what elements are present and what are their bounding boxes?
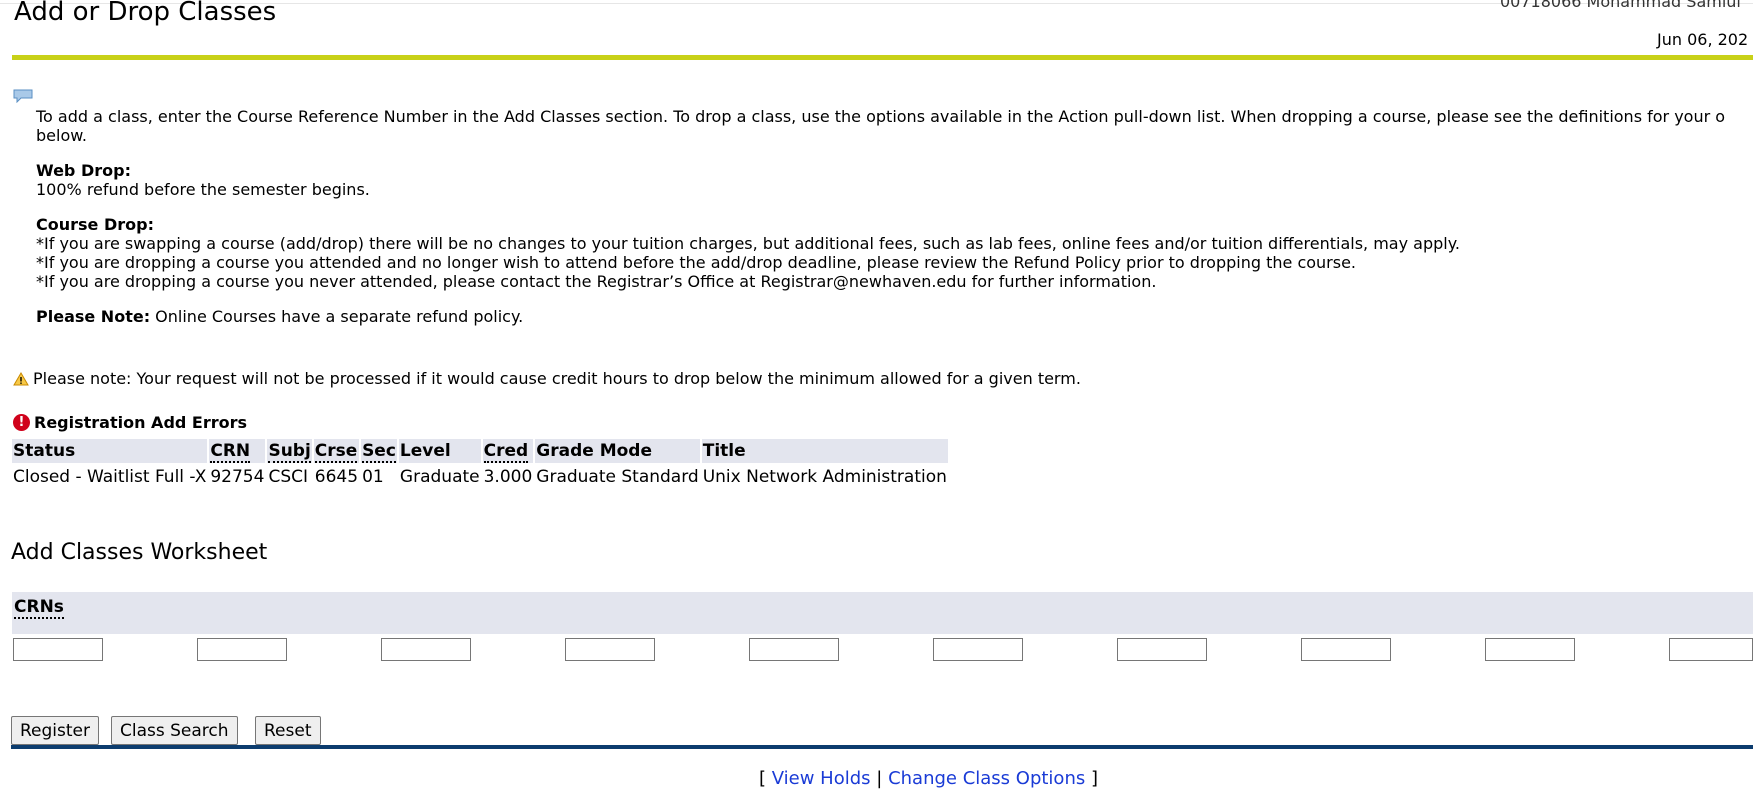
error-icon: ! [13, 414, 30, 431]
col-level: Level [398, 439, 481, 463]
bracket-open: [ [759, 768, 772, 789]
subj-abbr: Subj [268, 441, 311, 463]
web-drop-label: Web Drop: [36, 161, 131, 180]
course-drop-line: *If you are dropping a course you attend… [36, 253, 1357, 272]
header-divider [12, 55, 1753, 60]
cell-level: Graduate [399, 467, 480, 487]
crn-input-5[interactable] [749, 638, 839, 661]
errors-heading: ! Registration Add Errors [13, 413, 247, 432]
col-title: Title [701, 439, 948, 463]
warning-triangle-icon [13, 371, 29, 385]
register-button[interactable]: Register [11, 716, 99, 745]
col-subj: Subj [267, 439, 312, 463]
class-search-button[interactable]: Class Search [111, 716, 238, 745]
course-drop-line: *If you are dropping a course you never … [36, 272, 1157, 291]
crns-abbr: CRNs [14, 597, 64, 619]
user-id: 00718066 Mohammad Samiul [1500, 0, 1741, 11]
crn-input-9[interactable] [1485, 638, 1575, 661]
info-text: To add a class, enter the Course Referen… [36, 107, 1753, 342]
intro-text: To add a class, enter the Course Referen… [36, 107, 1726, 145]
please-note-text: Online Courses have a separate refund po… [150, 307, 524, 326]
cell-subj: CSCI [268, 467, 308, 487]
footer-links: [ View Holds | Change Class Options ] [759, 768, 1098, 789]
view-holds-link[interactable]: View Holds [772, 768, 871, 789]
registration-errors-table: Status CRN Subj Crse Sec Level Cred Grad… [10, 439, 950, 491]
info-speech-bubble-icon [13, 89, 33, 103]
web-drop-text: 100% refund before the semester begins. [36, 180, 370, 199]
warning-text: Please note: Your request will not be pr… [33, 369, 1081, 388]
col-status: Status [12, 439, 208, 463]
course-drop-section: Course Drop: *If you are swapping a cours… [36, 215, 1753, 291]
errors-title: Registration Add Errors [34, 413, 248, 432]
crn-input-2[interactable] [197, 638, 287, 661]
crns-label: CRNs [14, 597, 64, 619]
please-note-label: Please Note: [36, 307, 151, 326]
web-drop-section: Web Drop: 100% refund before the semester… [36, 161, 1753, 199]
col-cred: Cred [482, 439, 534, 463]
cell-sec: 01 [362, 467, 384, 487]
course-drop-line: *If you are swapping a course (add/drop)… [36, 234, 1460, 253]
bracket-close: ] [1085, 768, 1098, 789]
please-note-section: Please Note: Online Courses have a separ… [36, 307, 1753, 326]
crn-input-7[interactable] [1117, 638, 1207, 661]
cell-status: Closed - Waitlist Full -X [13, 467, 207, 487]
link-separator: | [870, 768, 889, 789]
crn-abbr: CRN [210, 441, 251, 463]
cell-crn: 92754 [210, 467, 265, 487]
crn-input-4[interactable] [565, 638, 655, 661]
table-header-row: Status CRN Subj Crse Sec Level Cred Grad… [12, 439, 948, 463]
sec-abbr: Sec [362, 441, 396, 463]
reset-button[interactable]: Reset [255, 716, 321, 745]
col-sec: Sec [361, 439, 397, 463]
worksheet-title: Add Classes Worksheet [11, 540, 268, 565]
page-title: Add or Drop Classes [14, 0, 277, 27]
warning-message: Please note: Your request will not be pr… [13, 369, 1081, 388]
crn-input-6[interactable] [933, 638, 1023, 661]
crn-input-1[interactable] [13, 638, 103, 661]
cell-grade-mode: Graduate Standard [536, 467, 699, 487]
footer-divider [11, 745, 1753, 749]
cell-crse: 6645 [314, 467, 359, 487]
crse-abbr: Crse [314, 441, 358, 463]
current-date: Jun 06, 202 [1657, 30, 1749, 49]
crn-input-8[interactable] [1301, 638, 1391, 661]
crns-header: CRNs [12, 592, 1753, 634]
cell-title: Unix Network Administration [702, 467, 947, 487]
col-crse: Crse [313, 439, 360, 463]
change-class-options-link[interactable]: Change Class Options [888, 768, 1085, 789]
crn-input-3[interactable] [381, 638, 471, 661]
cell-cred: 3.000 [483, 467, 533, 487]
course-drop-label: Course Drop: [36, 215, 154, 234]
cred-abbr: Cred [483, 441, 529, 463]
crn-input-10[interactable] [1669, 638, 1753, 661]
col-grade-mode: Grade Mode [535, 439, 700, 463]
table-row: Closed - Waitlist Full -X 92754 CSCI 664… [12, 463, 948, 491]
col-crn: CRN [209, 439, 266, 463]
